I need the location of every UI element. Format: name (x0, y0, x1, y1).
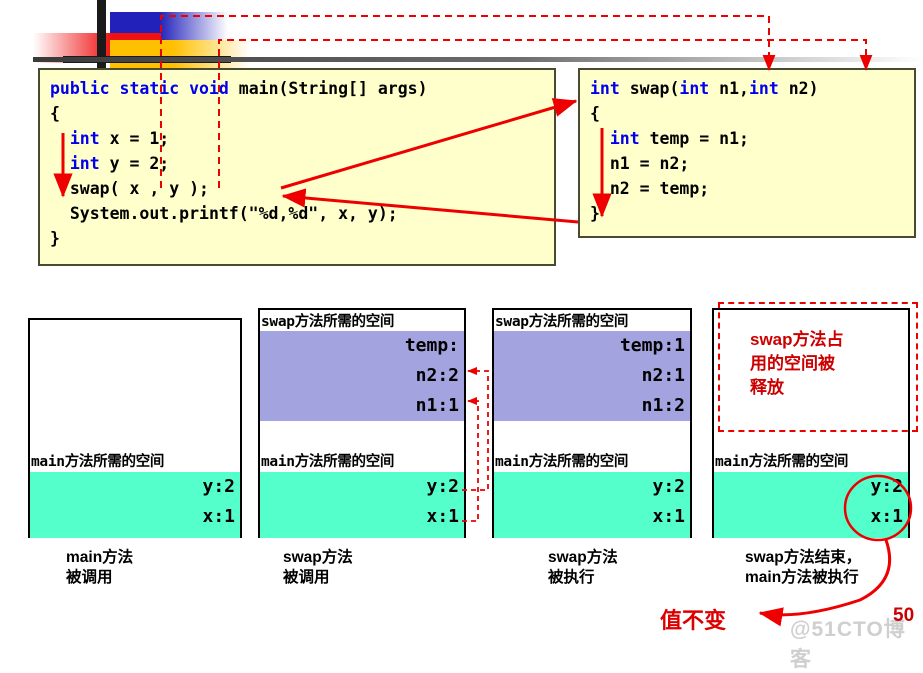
col2-main-frame: y:2 x:1 (260, 472, 464, 538)
col2-swap-var-1: temp: (404, 335, 459, 356)
col3-main-frame: y:2 x:1 (494, 472, 690, 538)
col1-caption-line-2: 被调用 (66, 569, 113, 586)
col3-swap-var-1: temp:1 (619, 335, 685, 356)
col1-main-frame: y:2 x:1 (30, 472, 240, 538)
code-main-line-7: } (50, 229, 60, 248)
col4-main-frame-label: main方法所需的空间 (715, 454, 849, 470)
col3-swap-frame: temp:1 n2:1 n1:2 (494, 331, 690, 421)
col3-caption: swap方法 被执行 (548, 548, 618, 588)
value-unchanged-note: 值不变 (660, 608, 727, 633)
col4-main-var-2: x:1 (870, 506, 903, 527)
col4-caption: swap方法结束， main方法被执行 (745, 548, 861, 588)
col3-swap-var-3: n1:2 (641, 395, 685, 416)
code-main-line-3: int x = 1; (50, 129, 170, 148)
col3-main-frame-label: main方法所需的空间 (495, 454, 629, 470)
col2-caption-line-2: 被调用 (283, 569, 330, 586)
code-main-line-5: swap( x , y ); (50, 179, 209, 198)
col4-main-frame: y:2 x:1 (714, 472, 908, 538)
code-swap-line-2: { (590, 104, 600, 123)
col3-main-var-2: x:1 (652, 506, 685, 527)
col3-main-var-1: y:2 (652, 476, 685, 497)
code-swap-line-3: int temp = n1; (590, 129, 749, 148)
col1-caption: main方法 被调用 (66, 548, 133, 588)
col1-main-var-2: x:1 (202, 506, 235, 527)
col1-main-frame-label: main方法所需的空间 (31, 454, 165, 470)
col2-main-frame-label: main方法所需的空间 (261, 454, 395, 470)
col2-caption-line-1: swap方法 (283, 549, 353, 566)
col3-swap-frame-label: swap方法所需的空间 (495, 314, 629, 330)
col2-swap-frame-label: swap方法所需的空间 (261, 314, 395, 330)
code-main-line-4: int y = 2; (50, 154, 170, 173)
col2-swap-var-2: n2:2 (415, 365, 459, 386)
col3-caption-line-2: 被执行 (548, 569, 595, 586)
header-rule (33, 57, 923, 62)
code-swap-line-1: int swap(int n1,int n2) (590, 79, 819, 98)
code-swap-line-6: } (590, 204, 600, 223)
code-main-line-6: System.out.printf("%d,%d", x, y); (50, 204, 398, 223)
code-main-line-2: { (50, 104, 60, 123)
col4-caption-line-1: swap方法结束， (745, 549, 862, 566)
code-block-main: public static void main(String[] args){ … (38, 68, 556, 266)
col1-caption-line-1: main方法 (66, 549, 134, 566)
code-main-line-1: public static void main(String[] args) (50, 79, 428, 98)
col1-main-var-1: y:2 (202, 476, 235, 497)
code-swap-line-4: n1 = n2; (590, 154, 690, 173)
code-swap-line-5: n2 = temp; (590, 179, 710, 198)
col3-swap-var-2: n2:1 (641, 365, 685, 386)
col2-caption: swap方法 被调用 (283, 548, 353, 588)
col4-freed-text: swap方法占 用的空间被 释放 (750, 330, 844, 397)
col2-swap-var-3: n1:1 (415, 395, 459, 416)
col2-swap-frame: temp: n2:2 n1:1 (260, 331, 464, 421)
col4-main-var-1: y:2 (870, 476, 903, 497)
col4-caption-line-2: main方法被执行 (745, 569, 859, 586)
code-block-swap: int swap(int n1,int n2){ int temp = n1; … (578, 68, 916, 238)
page-number: 50 (893, 605, 915, 626)
col2-main-var-2: x:1 (426, 506, 459, 527)
col3-caption-line-1: swap方法 (548, 549, 618, 566)
col2-main-var-1: y:2 (426, 476, 459, 497)
